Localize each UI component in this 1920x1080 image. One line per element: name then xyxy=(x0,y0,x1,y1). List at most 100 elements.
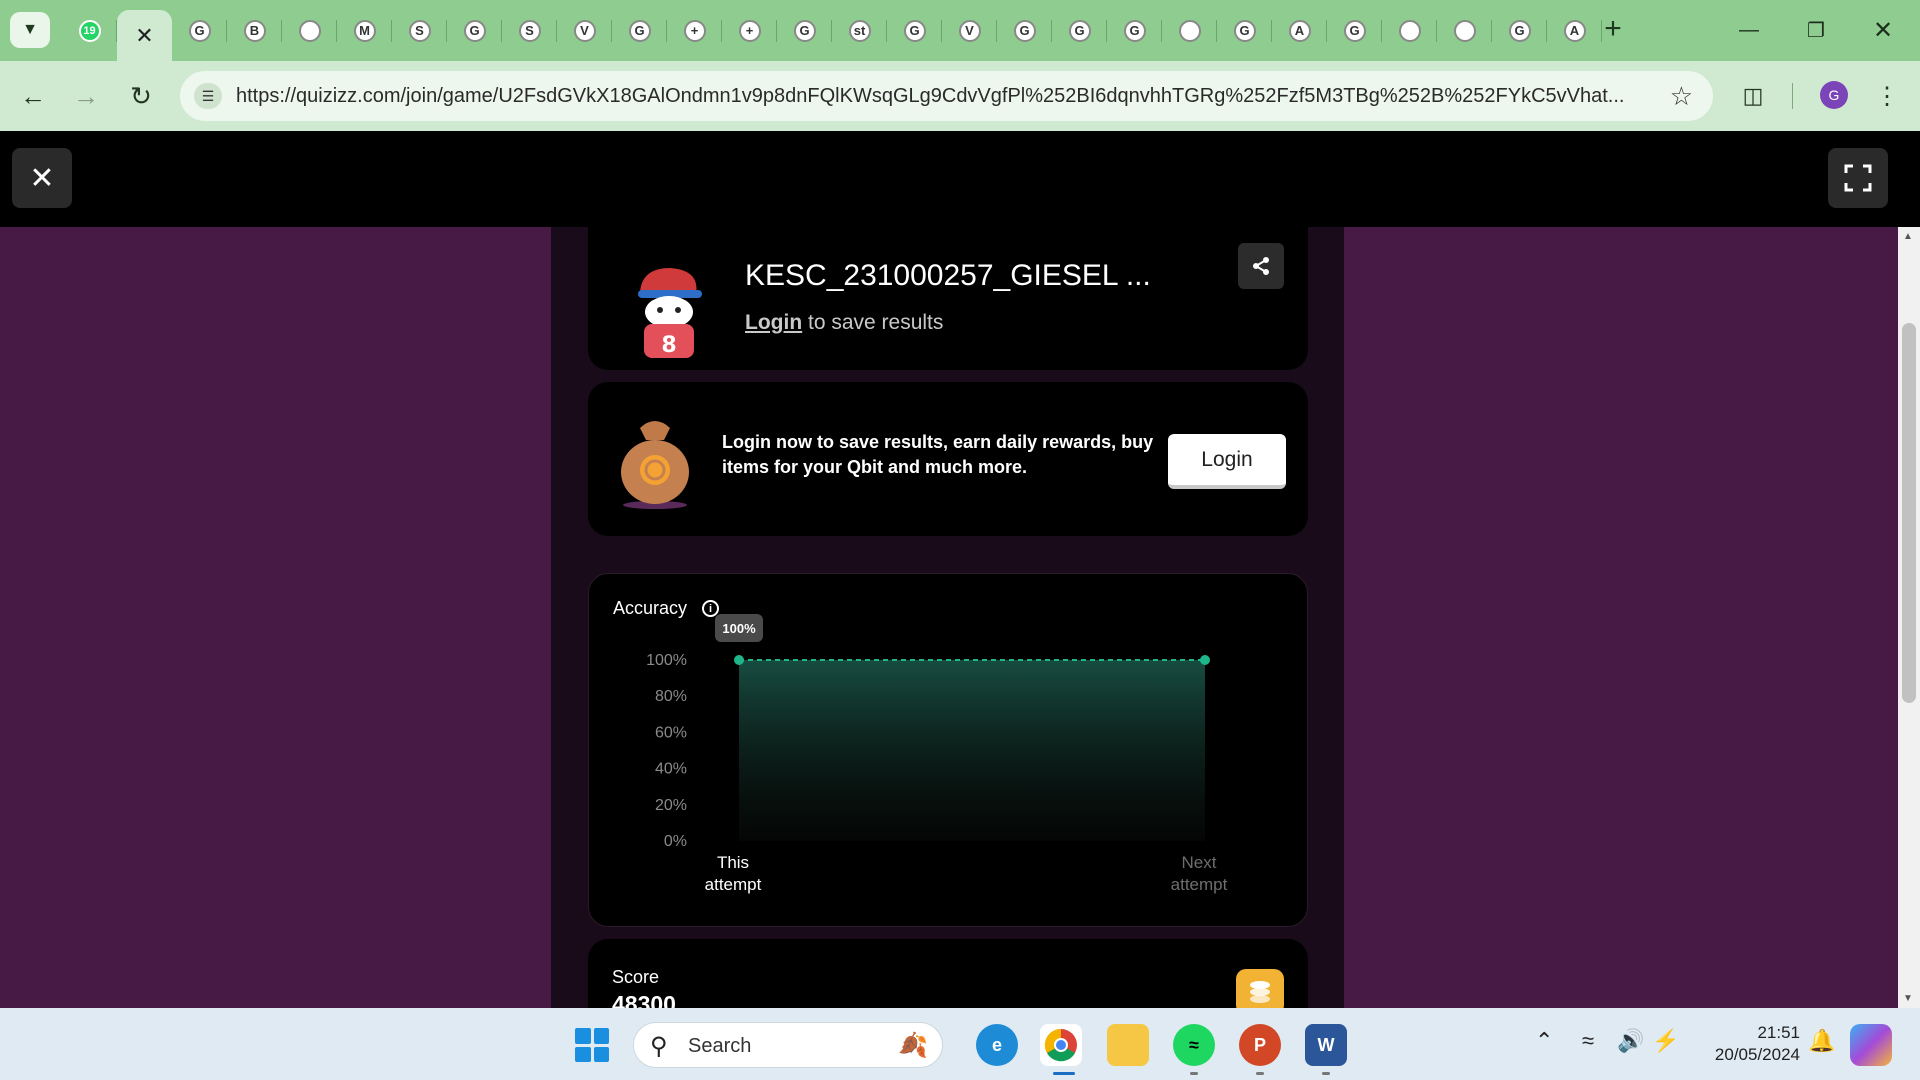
page-scrollbar[interactable]: ▲ ▼ xyxy=(1898,227,1920,1008)
accuracy-area xyxy=(739,660,1205,841)
profile-avatar[interactable]: G xyxy=(1820,81,1848,109)
word-icon[interactable]: W xyxy=(1305,1024,1347,1066)
close-quiz-button[interactable]: ✕ xyxy=(12,148,72,208)
tab-favicon-icon xyxy=(1453,19,1476,42)
file-explorer-icon[interactable] xyxy=(1107,1024,1149,1066)
browser-tab[interactable]: A xyxy=(1272,0,1327,61)
browser-tab[interactable]: G xyxy=(172,0,227,61)
search-highlight-icon: 🍂 xyxy=(898,1032,928,1059)
accuracy-point[interactable] xyxy=(734,655,744,665)
url-text[interactable]: https://quizizz.com/join/game/U2FsdGVkX1… xyxy=(236,85,1636,108)
new-tab-button[interactable]: + xyxy=(1596,14,1630,48)
money-bag-icon xyxy=(621,421,689,509)
tab-favicon-icon: G xyxy=(793,19,816,42)
accuracy-point[interactable] xyxy=(1200,655,1210,665)
browser-tab[interactable]: G xyxy=(887,0,942,61)
tab-favicon-icon: M xyxy=(353,19,376,42)
quiz-top-bar: ✕ xyxy=(0,131,1920,227)
browser-tab[interactable]: G xyxy=(777,0,832,61)
promo-login-button[interactable]: Login xyxy=(1168,434,1286,489)
copilot-icon[interactable] xyxy=(1850,1024,1892,1066)
close-window-button[interactable]: ✕ xyxy=(1848,0,1918,61)
login-link[interactable]: Login xyxy=(745,311,802,334)
tab-favicon-icon: G xyxy=(1508,19,1531,42)
tab-favicon-icon: G xyxy=(188,19,211,42)
browser-tab[interactable] xyxy=(1437,0,1492,61)
restore-button[interactable]: ❐ xyxy=(1781,0,1851,61)
browser-tab[interactable]: G xyxy=(1492,0,1547,61)
scrollbar-thumb[interactable] xyxy=(1902,323,1916,703)
browser-tab[interactable] xyxy=(1382,0,1437,61)
spotify-icon[interactable]: ≈ xyxy=(1173,1024,1215,1066)
login-prompt: Login to save results xyxy=(745,311,943,335)
scroll-up-icon[interactable]: ▲ xyxy=(1903,231,1913,242)
battery-icon[interactable]: ⚡ xyxy=(1652,1028,1679,1054)
tab-search-button[interactable]: ▼ xyxy=(10,12,50,48)
reload-button[interactable]: ↻ xyxy=(122,77,160,115)
share-button[interactable] xyxy=(1238,243,1284,289)
toolbar-divider xyxy=(1792,83,1793,109)
browser-tab[interactable]: G xyxy=(447,0,502,61)
tab-strip: ▼ 19 ✕ G B M S G S V G + + Gst G V G G G G A G G A + — ❐ ✕ xyxy=(0,0,1920,61)
powerpoint-icon[interactable]: P xyxy=(1239,1024,1281,1066)
tab-favicon-icon: G xyxy=(1013,19,1036,42)
tab-favicon-icon: V xyxy=(573,19,596,42)
browser-tab[interactable]: S xyxy=(502,0,557,61)
browser-tab[interactable]: G xyxy=(1107,0,1162,61)
tab-favicon-icon: G xyxy=(903,19,926,42)
browser-tab[interactable] xyxy=(282,0,337,61)
browser-tab[interactable]: G xyxy=(1217,0,1272,61)
system-clock[interactable]: 21:51 20/05/2024 xyxy=(1690,1022,1800,1066)
browser-tab[interactable]: G xyxy=(997,0,1052,61)
menu-button[interactable]: ⋮ xyxy=(1868,77,1906,115)
close-tab-icon[interactable]: ✕ xyxy=(135,23,153,49)
address-bar[interactable]: ☰ https://quizizz.com/join/game/U2FsdGVk… xyxy=(180,71,1713,121)
extensions-button[interactable]: ◫ xyxy=(1734,77,1772,115)
tab-favicon-icon: G xyxy=(1123,19,1146,42)
chevron-up-icon[interactable]: ⌃ xyxy=(1535,1028,1553,1054)
browser-tab[interactable]: M xyxy=(337,0,392,61)
tab-favicon-icon: st xyxy=(848,19,871,42)
volume-icon[interactable]: 🔊 xyxy=(1617,1028,1644,1054)
tab-favicon-icon: S xyxy=(408,19,431,42)
browser-tab[interactable]: V xyxy=(557,0,612,61)
browser-tab[interactable]: G xyxy=(612,0,667,61)
tab-favicon-icon: G xyxy=(1233,19,1256,42)
y-tick-label: 40% xyxy=(655,761,687,778)
player-card: 8 KESC_231000257_GIESEL ... Login to sav… xyxy=(588,227,1308,370)
tab-favicon-icon: G xyxy=(628,19,651,42)
bookmark-star-icon[interactable]: ☆ xyxy=(1670,81,1693,112)
tab-favicon-icon: A xyxy=(1288,19,1311,42)
taskbar-search[interactable]: ⚲ Search 🍂 xyxy=(633,1022,943,1068)
browser-tab[interactable]: S xyxy=(392,0,447,61)
tab-whatsapp[interactable]: 19 xyxy=(62,0,117,61)
accuracy-chart: 100% 80% 60% 40% 20% 0% 100% This attempt Next att… xyxy=(646,614,1228,894)
wifi-icon[interactable]: ≈ xyxy=(1582,1028,1594,1054)
edge-icon[interactable]: e xyxy=(976,1024,1018,1066)
tab-favicon-icon: + xyxy=(738,19,761,42)
promo-message: Login now to save results, earn daily re… xyxy=(722,432,1154,477)
fullscreen-button[interactable] xyxy=(1828,148,1888,208)
browser-tab[interactable]: V xyxy=(942,0,997,61)
browser-tab[interactable]: st xyxy=(832,0,887,61)
windows-start-icon[interactable] xyxy=(575,1028,609,1062)
site-info-icon[interactable]: ☰ xyxy=(194,83,222,109)
tab-quizizz-active[interactable]: ✕ xyxy=(117,10,172,61)
notification-bell-icon[interactable]: 🔔 xyxy=(1808,1028,1835,1054)
browser-tab[interactable]: + xyxy=(722,0,777,61)
scroll-down-icon[interactable]: ▼ xyxy=(1903,993,1913,1004)
minimize-button[interactable]: — xyxy=(1714,0,1784,61)
forward-button[interactable]: → xyxy=(67,77,105,115)
login-prompt-suffix: to save results xyxy=(808,311,944,334)
back-button[interactable]: ← xyxy=(14,77,52,115)
browser-tab[interactable] xyxy=(1162,0,1217,61)
browser-tab[interactable]: G xyxy=(1052,0,1107,61)
tab-favicon-icon xyxy=(1178,19,1201,42)
chrome-icon[interactable] xyxy=(1040,1024,1082,1066)
browser-tab[interactable]: B xyxy=(227,0,282,61)
kebab-menu-icon: ⋮ xyxy=(1875,82,1899,110)
browser-tab[interactable]: + xyxy=(667,0,722,61)
browser-tab[interactable]: A xyxy=(1547,0,1602,61)
tab-favicon-icon: G xyxy=(463,19,486,42)
browser-tab[interactable]: G xyxy=(1327,0,1382,61)
